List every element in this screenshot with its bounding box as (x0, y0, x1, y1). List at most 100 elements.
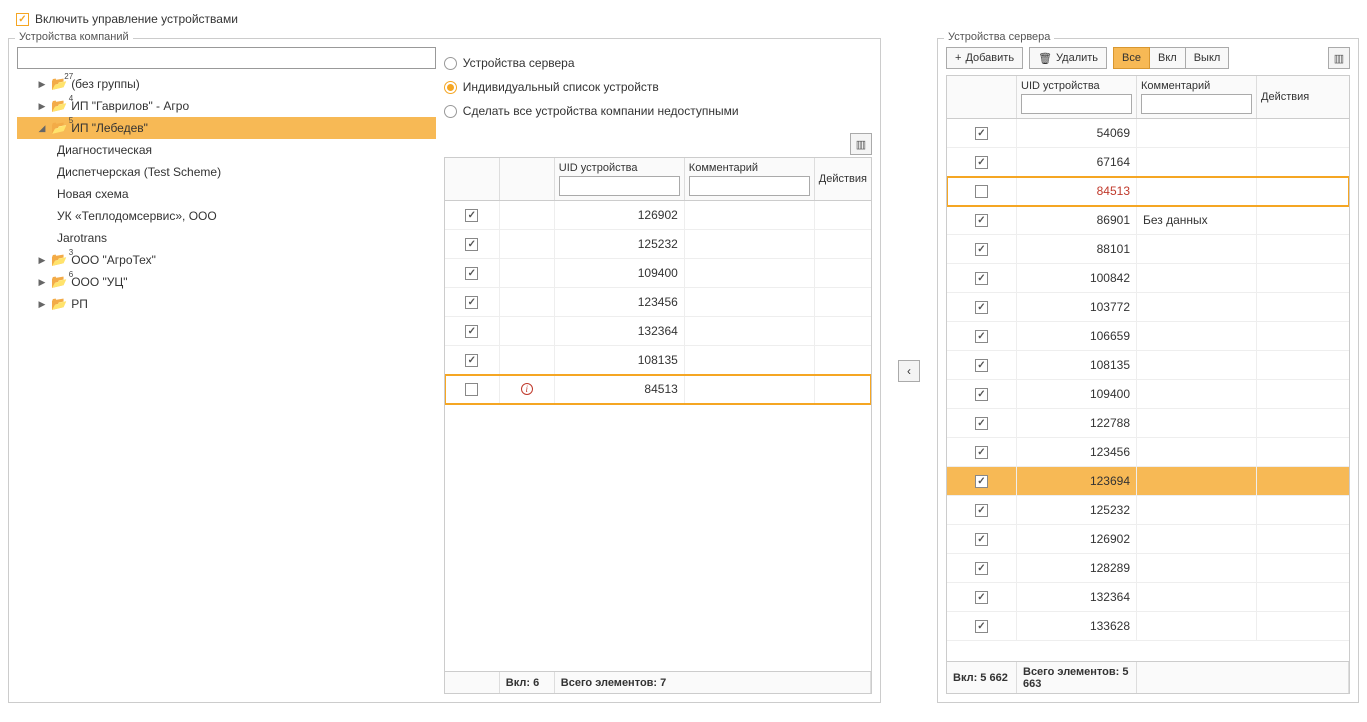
table-row[interactable]: 132364 (947, 583, 1349, 612)
server-grid-settings-icon[interactable]: ▥ (1328, 47, 1350, 69)
table-row[interactable]: 103772 (947, 293, 1349, 322)
delete-button[interactable]: 🗑 Удалить (1029, 47, 1107, 69)
comment-cell (685, 375, 815, 403)
table-row[interactable]: 128289 (947, 554, 1349, 583)
row-checkbox[interactable] (975, 330, 988, 343)
tree-item[interactable]: ▶📂27(без группы) (17, 73, 436, 95)
row-checkbox[interactable] (975, 243, 988, 256)
table-row[interactable]: 109400 (445, 259, 871, 288)
row-checkbox[interactable] (975, 359, 988, 372)
server-devices-grid: UID устройства Комментарий Действия 5406… (946, 75, 1350, 694)
company-tree[interactable]: ▶📂27(без группы)▶📂4ИП "Гаврилов" - Агро◢… (17, 73, 436, 694)
row-checkbox[interactable] (465, 267, 478, 280)
table-row[interactable]: 125232 (445, 230, 871, 259)
server-grid-filter-comment[interactable] (1141, 94, 1252, 114)
company-grid-filter-comment[interactable] (689, 176, 810, 196)
add-button[interactable]: + Добавить (946, 47, 1023, 69)
tree-item[interactable]: ▶📂3ООО "АгроТех" (17, 249, 436, 271)
table-row[interactable]: 88101 (947, 235, 1349, 264)
table-row[interactable]: 108135 (947, 351, 1349, 380)
device-mode-radio-row[interactable]: Сделать все устройства компании недоступ… (444, 99, 872, 123)
tree-item[interactable]: ◢📂5ИП "Лебедев" (17, 117, 436, 139)
row-checkbox[interactable] (975, 562, 988, 575)
radio-button[interactable] (444, 57, 457, 70)
row-checkbox[interactable] (975, 591, 988, 604)
tree-item[interactable]: Jarotrans (17, 227, 436, 249)
tree-item-label: ИП "Лебедев" (71, 121, 148, 135)
table-row[interactable]: 132364 (445, 317, 871, 346)
row-checkbox[interactable] (465, 325, 478, 338)
enable-device-mgmt-checkbox[interactable] (16, 13, 29, 26)
expand-arrow-icon[interactable]: ▶ (37, 101, 47, 112)
table-row[interactable]: 122788 (947, 409, 1349, 438)
table-row[interactable]: 133628 (947, 612, 1349, 641)
tree-item[interactable]: ▶📂6ООО "УЦ" (17, 271, 436, 293)
uid-cell: 128289 (1017, 554, 1137, 582)
row-checkbox[interactable] (975, 214, 988, 227)
table-row[interactable]: 126902 (445, 201, 871, 230)
tree-item[interactable]: Новая схема (17, 183, 436, 205)
table-row[interactable]: 54069 (947, 119, 1349, 148)
tree-item[interactable]: Диагностическая (17, 139, 436, 161)
row-checkbox[interactable] (465, 296, 478, 309)
row-checkbox[interactable] (975, 388, 988, 401)
table-row[interactable]: 67164 (947, 148, 1349, 177)
table-row[interactable]: 100842 (947, 264, 1349, 293)
row-checkbox[interactable] (975, 533, 988, 546)
row-checkbox[interactable] (975, 127, 988, 140)
row-checkbox[interactable] (975, 417, 988, 430)
filter-all-button[interactable]: Все (1113, 47, 1150, 69)
tree-item[interactable]: ▶📂РП (17, 293, 436, 315)
device-mode-radio-row[interactable]: Устройства сервера (444, 51, 872, 75)
table-row[interactable]: 108135 (445, 346, 871, 375)
row-checkbox[interactable] (975, 475, 988, 488)
row-checkbox[interactable] (975, 301, 988, 314)
uid-cell: 109400 (1017, 380, 1137, 408)
row-checkbox[interactable] (975, 272, 988, 285)
row-checkbox[interactable] (975, 504, 988, 517)
tree-item[interactable]: УК «Теплодомсервис», ООО (17, 205, 436, 227)
table-row[interactable]: 84513 (947, 177, 1349, 206)
table-row[interactable]: i84513 (445, 375, 871, 404)
expand-arrow-icon[interactable]: ▶ (37, 299, 47, 310)
filter-on-button[interactable]: Вкл (1150, 47, 1186, 69)
row-checkbox[interactable] (465, 383, 478, 396)
company-grid-filter-uid[interactable] (559, 176, 680, 196)
company-grid-body[interactable]: 126902125232109400123456132364108135i845… (445, 201, 871, 671)
table-row[interactable]: 123456 (947, 438, 1349, 467)
radio-button[interactable] (444, 81, 457, 94)
server-grid-body[interactable]: 54069671648451386901Без данных8810110084… (947, 119, 1349, 661)
company-tree-search[interactable] (17, 47, 436, 69)
table-row[interactable]: 106659 (947, 322, 1349, 351)
table-row[interactable]: 109400 (947, 380, 1349, 409)
table-row[interactable]: 123694 (947, 467, 1349, 496)
row-checkbox[interactable] (975, 156, 988, 169)
table-row[interactable]: 123456 (445, 288, 871, 317)
radio-button[interactable] (444, 105, 457, 118)
row-checkbox[interactable] (465, 238, 478, 251)
comment-cell (1137, 119, 1257, 147)
server-grid-filter-uid[interactable] (1021, 94, 1132, 114)
row-checkbox[interactable] (465, 354, 478, 367)
uid-cell: 67164 (1017, 148, 1137, 176)
tree-item[interactable]: Диспетчерская (Test Scheme) (17, 161, 436, 183)
row-checkbox[interactable] (975, 620, 988, 633)
row-checkbox[interactable] (975, 446, 988, 459)
actions-cell (1257, 322, 1349, 350)
company-grid-settings-icon[interactable]: ▥ (850, 133, 872, 155)
expand-arrow-icon[interactable]: ◢ (37, 123, 47, 134)
uid-cell: 103772 (1017, 293, 1137, 321)
table-row[interactable]: 125232 (947, 496, 1349, 525)
table-row[interactable]: 126902 (947, 525, 1349, 554)
expand-arrow-icon[interactable]: ▶ (37, 277, 47, 288)
tree-item[interactable]: ▶📂4ИП "Гаврилов" - Агро (17, 95, 436, 117)
row-checkbox[interactable] (465, 209, 478, 222)
comment-cell (1137, 235, 1257, 263)
table-row[interactable]: 86901Без данных (947, 206, 1349, 235)
row-checkbox[interactable] (975, 185, 988, 198)
filter-off-button[interactable]: Выкл (1186, 47, 1230, 69)
device-mode-radio-row[interactable]: Индивидуальный список устройств (444, 75, 872, 99)
expand-arrow-icon[interactable]: ▶ (37, 79, 47, 90)
expand-arrow-icon[interactable]: ▶ (37, 255, 47, 266)
move-left-button[interactable]: ‹ (898, 360, 920, 382)
